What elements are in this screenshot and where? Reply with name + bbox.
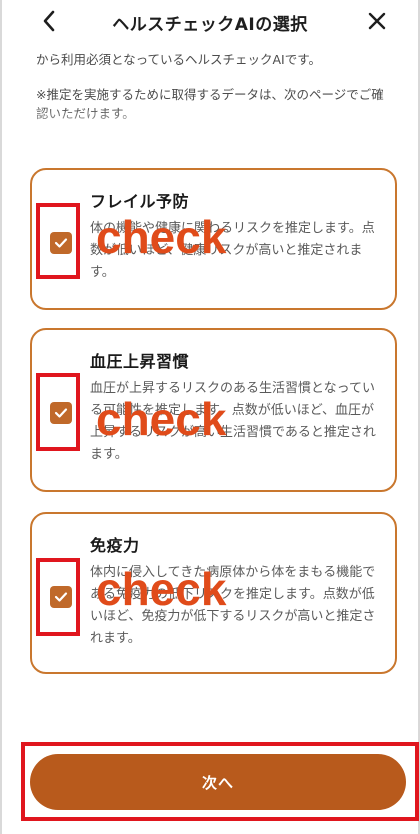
item-description: 体内に侵入してきた病原体から体をまもる機能である免疫力の低下リスクを推定します。… <box>90 565 376 646</box>
checkmark-icon <box>54 234 68 253</box>
item-description: 体の機能や健康に関わるリスクを推定します。点数が低いほど、健康リスクが高いと推定… <box>90 221 375 280</box>
checkmark-icon <box>54 404 68 423</box>
intro-line-1: から利用必須となっているヘルスチェックAIです。 <box>36 52 321 67</box>
close-button[interactable] <box>360 6 394 40</box>
screen: ヘルスチェックAIの選択 から利用必須となっているヘルスチェックAIです。 ※推… <box>0 0 420 834</box>
chevron-left-icon <box>41 10 57 36</box>
item-title: 免疫力 <box>90 536 140 555</box>
back-button[interactable] <box>32 6 66 40</box>
ai-item-card[interactable]: 血圧上昇習慣 血圧が上昇するリスクのある生活習慣となっている可能性を推定します。… <box>30 328 397 492</box>
ai-item-card[interactable]: フレイル予防 体の機能や健康に関わるリスクを推定します。点数が低いほど、健康リス… <box>30 168 397 310</box>
item-checkbox[interactable] <box>50 402 72 424</box>
item-checkbox[interactable] <box>50 586 72 608</box>
scroll-fade <box>36 108 388 138</box>
intro-text: から利用必須となっているヘルスチェックAIです。 ※推定を実施するために取得する… <box>36 50 388 138</box>
item-title: フレイル予防 <box>90 192 190 211</box>
next-button[interactable]: 次へ <box>30 754 406 810</box>
checkmark-icon <box>54 588 68 607</box>
page-title: ヘルスチェックAIの選択 <box>112 15 308 35</box>
header: ヘルスチェックAIの選択 <box>2 0 418 48</box>
item-title: 血圧上昇習慣 <box>90 352 190 371</box>
item-checkbox[interactable] <box>50 232 72 254</box>
close-icon <box>367 11 387 35</box>
item-description: 血圧が上昇するリスクのある生活習慣となっている可能性を推定します。点数が低いほど… <box>90 381 376 462</box>
ai-item-card[interactable]: 免疫力 体内に侵入してきた病原体から体をまもる機能である免疫力の低下リスクを推定… <box>30 512 397 674</box>
